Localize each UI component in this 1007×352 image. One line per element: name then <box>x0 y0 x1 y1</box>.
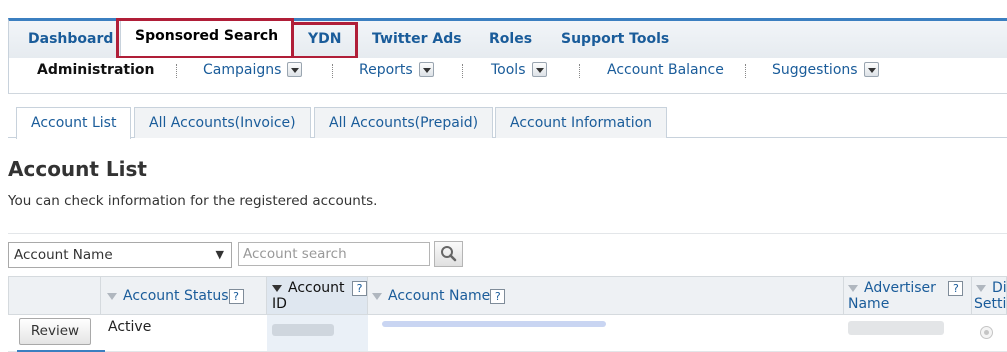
page-description: You can check information for the regist… <box>8 193 378 209</box>
sub-nav: Administration Campaigns Reports Tools A… <box>8 58 1007 94</box>
column-header-label: Account <box>288 280 345 296</box>
nav-dashboard[interactable]: Dashboard <box>28 21 113 58</box>
chevron-down-icon[interactable] <box>287 61 303 77</box>
tab-account-list[interactable]: Account List <box>16 107 132 139</box>
subnav-separator <box>745 64 746 78</box>
sort-arrow-icon <box>976 284 986 292</box>
help-icon[interactable]: ? <box>351 280 367 296</box>
column-header-label: Account Name <box>388 288 491 304</box>
dropdown-arrow-icon: ▼ <box>215 248 224 261</box>
subnav-campaigns-label: Campaigns <box>203 62 282 78</box>
page-title: Account List <box>8 157 147 181</box>
redacted-account-name <box>382 321 606 327</box>
column-header-label: Advertiser <box>864 280 936 296</box>
search-icon <box>441 246 457 262</box>
chevron-down-icon[interactable] <box>531 61 547 77</box>
subnav-reports[interactable]: Reports <box>359 58 434 83</box>
help-icon[interactable]: ? <box>490 288 506 304</box>
sort-arrow-icon <box>107 292 117 300</box>
subnav-separator <box>462 64 463 78</box>
nav-ydn[interactable]: YDN <box>308 21 341 58</box>
subnav-suggestions[interactable]: Suggestions <box>772 58 879 83</box>
chevron-down-icon[interactable] <box>863 61 879 77</box>
review-button[interactable]: Review <box>19 318 91 345</box>
redacted-advertiser-name <box>848 321 944 335</box>
column-header-label: Account Status <box>123 288 229 304</box>
sort-arrow-icon <box>848 284 858 292</box>
subnav-administration[interactable]: Administration <box>37 58 154 83</box>
nav-twitter-ads[interactable]: Twitter Ads <box>372 21 462 58</box>
tab-all-accounts-invoice[interactable]: All Accounts(Invoice) <box>134 107 311 138</box>
subnav-separator <box>176 64 177 78</box>
search-input[interactable]: Account search <box>238 242 430 266</box>
search-button[interactable] <box>434 241 463 267</box>
nav-sponsored-search[interactable]: Sponsored Search <box>120 18 294 59</box>
nav-roles[interactable]: Roles <box>489 21 532 58</box>
column-header-label: Di <box>992 280 1007 296</box>
subnav-reports-label: Reports <box>359 62 413 78</box>
subnav-separator <box>579 64 580 78</box>
help-icon[interactable]: ? <box>948 280 964 296</box>
column-header-action <box>8 276 101 315</box>
account-table: Account Status? Account ? ID Account Nam… <box>8 276 1007 352</box>
column-header-label-line2: Name <box>848 296 890 312</box>
column-header-label-line2: ID <box>272 296 287 312</box>
search-field-select[interactable]: Account Name ▼ <box>8 242 232 268</box>
account-status-cell: Active <box>108 319 152 335</box>
sort-arrow-icon <box>272 284 282 292</box>
subnav-campaigns[interactable]: Campaigns <box>203 58 303 83</box>
subnav-account-balance[interactable]: Account Balance <box>607 58 724 83</box>
column-header-account-status[interactable]: Account Status? <box>101 276 267 315</box>
subnav-tools[interactable]: Tools <box>491 58 547 83</box>
chevron-down-icon[interactable] <box>418 61 434 77</box>
search-field-select-value: Account Name <box>14 247 113 263</box>
top-nav: Dashboard Sponsored Search YDN Twitter A… <box>8 18 1007 59</box>
tab-account-information[interactable]: Account Information <box>495 107 668 138</box>
account-tabs: Account List All Accounts(Invoice) All A… <box>8 107 1007 139</box>
nav-support-tools[interactable]: Support Tools <box>561 21 669 58</box>
redacted-account-id <box>272 324 334 336</box>
column-header-advertiser-name[interactable]: Advertiser ? Name <box>844 276 972 315</box>
column-header-account-name[interactable]: Account Name? <box>368 276 844 315</box>
subnav-suggestions-label: Suggestions <box>772 62 858 78</box>
column-header-display-settings[interactable]: Di Setti <box>972 276 1007 315</box>
sort-arrow-icon <box>372 292 382 300</box>
divider <box>8 233 1007 234</box>
subnav-tools-label: Tools <box>491 62 526 78</box>
column-header-account-id[interactable]: Account ? ID <box>267 276 368 315</box>
tab-all-accounts-prepaid[interactable]: All Accounts(Prepaid) <box>314 107 494 138</box>
help-icon[interactable]: ? <box>228 288 244 304</box>
display-setting-radio[interactable] <box>980 326 993 339</box>
subnav-separator <box>332 64 333 78</box>
table-row: Review Active <box>8 315 1007 352</box>
column-header-label-line2: Setti <box>974 296 1007 312</box>
